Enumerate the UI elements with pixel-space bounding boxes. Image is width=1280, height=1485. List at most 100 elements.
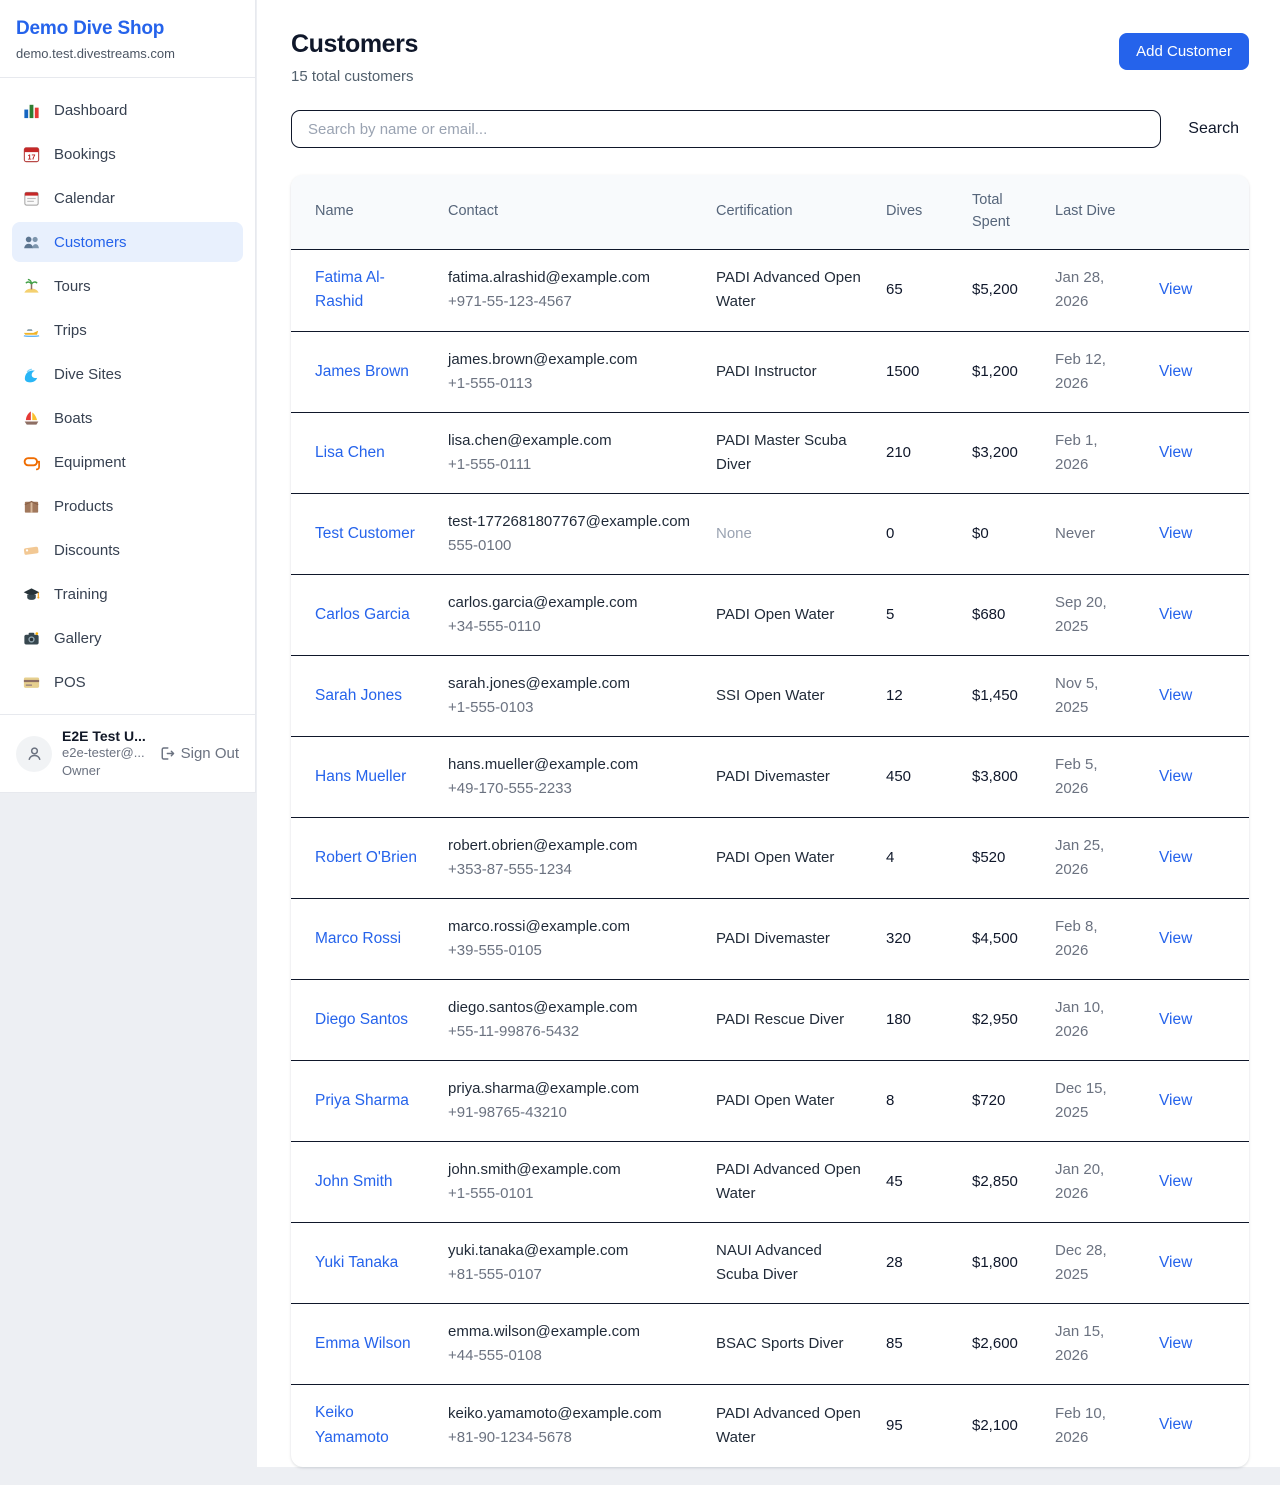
view-customer-link[interactable]: View (1159, 525, 1192, 542)
customer-phone: +1-555-0111 (448, 453, 692, 477)
view-customer-link[interactable]: View (1159, 1173, 1192, 1190)
search-input[interactable] (291, 110, 1161, 148)
sidebar-item-label: Customers (54, 234, 127, 251)
gallery-icon (22, 629, 41, 648)
sidebar-item-boats[interactable]: Boats (12, 398, 243, 438)
user-meta: E2E Test U... e2e-tester@... Owner (62, 728, 148, 779)
sidebar-item-label: Gallery (54, 630, 102, 647)
customer-name-link[interactable]: Marco Rossi (291, 899, 436, 980)
sidebar-item-discounts[interactable]: Discounts (12, 530, 243, 570)
sign-out-button[interactable]: Sign Out (158, 745, 239, 762)
customer-last-dive: Dec 15, 2025 (1043, 1061, 1147, 1142)
customer-contact: emma.wilson@example.com+44-555-0108 (436, 1304, 704, 1385)
customer-total-spent: $3,800 (960, 737, 1043, 818)
customer-name-link[interactable]: Hans Mueller (291, 737, 436, 818)
view-customer-link[interactable]: View (1159, 444, 1192, 461)
customer-phone: +81-555-0107 (448, 1263, 692, 1287)
sidebar-item-gallery[interactable]: Gallery (12, 618, 243, 658)
sidebar-item-equipment[interactable]: Equipment (12, 442, 243, 482)
customer-email: test-1772681807767@example.com (448, 510, 692, 534)
sidebar-item-label: Tours (54, 278, 91, 295)
view-customer-link[interactable]: View (1159, 1092, 1192, 1109)
customer-email: priya.sharma@example.com (448, 1077, 692, 1101)
view-customer-link[interactable]: View (1159, 606, 1192, 623)
customer-name-link[interactable]: Yuki Tanaka (291, 1223, 436, 1304)
customer-name-link[interactable]: John Smith (291, 1142, 436, 1223)
customer-total-spent: $1,450 (960, 656, 1043, 737)
view-customer-link[interactable]: View (1159, 281, 1192, 298)
customer-name-link[interactable]: Priya Sharma (291, 1061, 436, 1142)
customer-dives: 1500 (874, 332, 960, 413)
add-customer-button[interactable]: Add Customer (1119, 33, 1249, 70)
logout-icon (158, 745, 175, 762)
sidebar-item-products[interactable]: Products (12, 486, 243, 526)
view-customer-link[interactable]: View (1159, 1416, 1192, 1433)
customer-email: hans.mueller@example.com (448, 753, 692, 777)
view-customer-link[interactable]: View (1159, 1254, 1192, 1271)
sign-out-label: Sign Out (181, 745, 239, 762)
table-row: Yuki Tanakayuki.tanaka@example.com+81-55… (291, 1223, 1249, 1304)
table-row: Keiko Yamamotokeiko.yamamoto@example.com… (291, 1385, 1249, 1467)
customer-email: fatima.alrashid@example.com (448, 266, 692, 290)
search-button[interactable]: Search (1161, 120, 1249, 138)
view-customer-link[interactable]: View (1159, 687, 1192, 704)
customer-contact: james.brown@example.com+1-555-0113 (436, 332, 704, 413)
customer-name-link[interactable]: Sarah Jones (291, 656, 436, 737)
sidebar-item-dashboard[interactable]: Dashboard (12, 90, 243, 130)
view-customer-link[interactable]: View (1159, 768, 1192, 785)
customer-dives: 5 (874, 575, 960, 656)
customer-total-spent: $680 (960, 575, 1043, 656)
table-header-row: Name Contact Certification Dives Total S… (291, 175, 1249, 249)
view-customer-link[interactable]: View (1159, 849, 1192, 866)
customer-phone: +49-170-555-2233 (448, 777, 692, 801)
customer-name-link[interactable]: Keiko Yamamoto (291, 1385, 436, 1467)
page-title: Customers (291, 30, 418, 59)
customer-email: sarah.jones@example.com (448, 672, 692, 696)
table-row: Lisa Chenlisa.chen@example.com+1-555-011… (291, 413, 1249, 494)
customer-name-link[interactable]: Fatima Al-Rashid (291, 249, 436, 332)
customer-phone: 555-0100 (448, 534, 692, 558)
customer-total-spent: $2,950 (960, 980, 1043, 1061)
customer-contact: yuki.tanaka@example.com+81-555-0107 (436, 1223, 704, 1304)
customer-contact: john.smith@example.com+1-555-0101 (436, 1142, 704, 1223)
customer-certification: PADI Divemaster (704, 899, 874, 980)
customer-certification: PADI Open Water (704, 1061, 874, 1142)
sidebar-item-training[interactable]: Training (12, 574, 243, 614)
customer-last-dive: Jan 15, 2026 (1043, 1304, 1147, 1385)
customer-name-link[interactable]: Test Customer (291, 494, 436, 575)
sidebar-item-tours[interactable]: Tours (12, 266, 243, 306)
customer-phone: +34-555-0110 (448, 615, 692, 639)
customer-contact: fatima.alrashid@example.com+971-55-123-4… (436, 249, 704, 332)
customer-name-link[interactable]: Lisa Chen (291, 413, 436, 494)
sidebar-item-dive-sites[interactable]: Dive Sites (12, 354, 243, 394)
customer-total-spent: $1,200 (960, 332, 1043, 413)
view-customer-link[interactable]: View (1159, 1335, 1192, 1352)
brand[interactable]: Demo Dive Shop demo.test.divestreams.com (0, 0, 255, 78)
customer-name-link[interactable]: James Brown (291, 332, 436, 413)
customer-total-spent: $720 (960, 1061, 1043, 1142)
customer-total-spent: $4,500 (960, 899, 1043, 980)
products-icon (22, 497, 41, 516)
customer-name-link[interactable]: Emma Wilson (291, 1304, 436, 1385)
sidebar-item-pos[interactable]: POS (12, 662, 243, 702)
customer-total-spent: $1,800 (960, 1223, 1043, 1304)
customer-dives: 0 (874, 494, 960, 575)
view-customer-link[interactable]: View (1159, 1011, 1192, 1028)
sidebar-item-customers[interactable]: Customers (12, 222, 243, 262)
view-customer-link[interactable]: View (1159, 930, 1192, 947)
sidebar-item-trips[interactable]: Trips (12, 310, 243, 350)
customer-contact: hans.mueller@example.com+49-170-555-2233 (436, 737, 704, 818)
sidebar-item-label: Boats (54, 410, 92, 427)
sidebar-item-calendar[interactable]: Calendar (12, 178, 243, 218)
sidebar-item-bookings[interactable]: Bookings (12, 134, 243, 174)
customer-name-link[interactable]: Diego Santos (291, 980, 436, 1061)
customer-name-link[interactable]: Robert O'Brien (291, 818, 436, 899)
customer-contact: test-1772681807767@example.com555-0100 (436, 494, 704, 575)
user-name: E2E Test U... (62, 728, 148, 744)
view-customer-link[interactable]: View (1159, 363, 1192, 380)
table-row: John Smithjohn.smith@example.com+1-555-0… (291, 1142, 1249, 1223)
customer-name-link[interactable]: Carlos Garcia (291, 575, 436, 656)
customer-dives: 85 (874, 1304, 960, 1385)
sidebar-item-label: Equipment (54, 454, 126, 471)
sidebar-item-label: Training (54, 586, 108, 603)
